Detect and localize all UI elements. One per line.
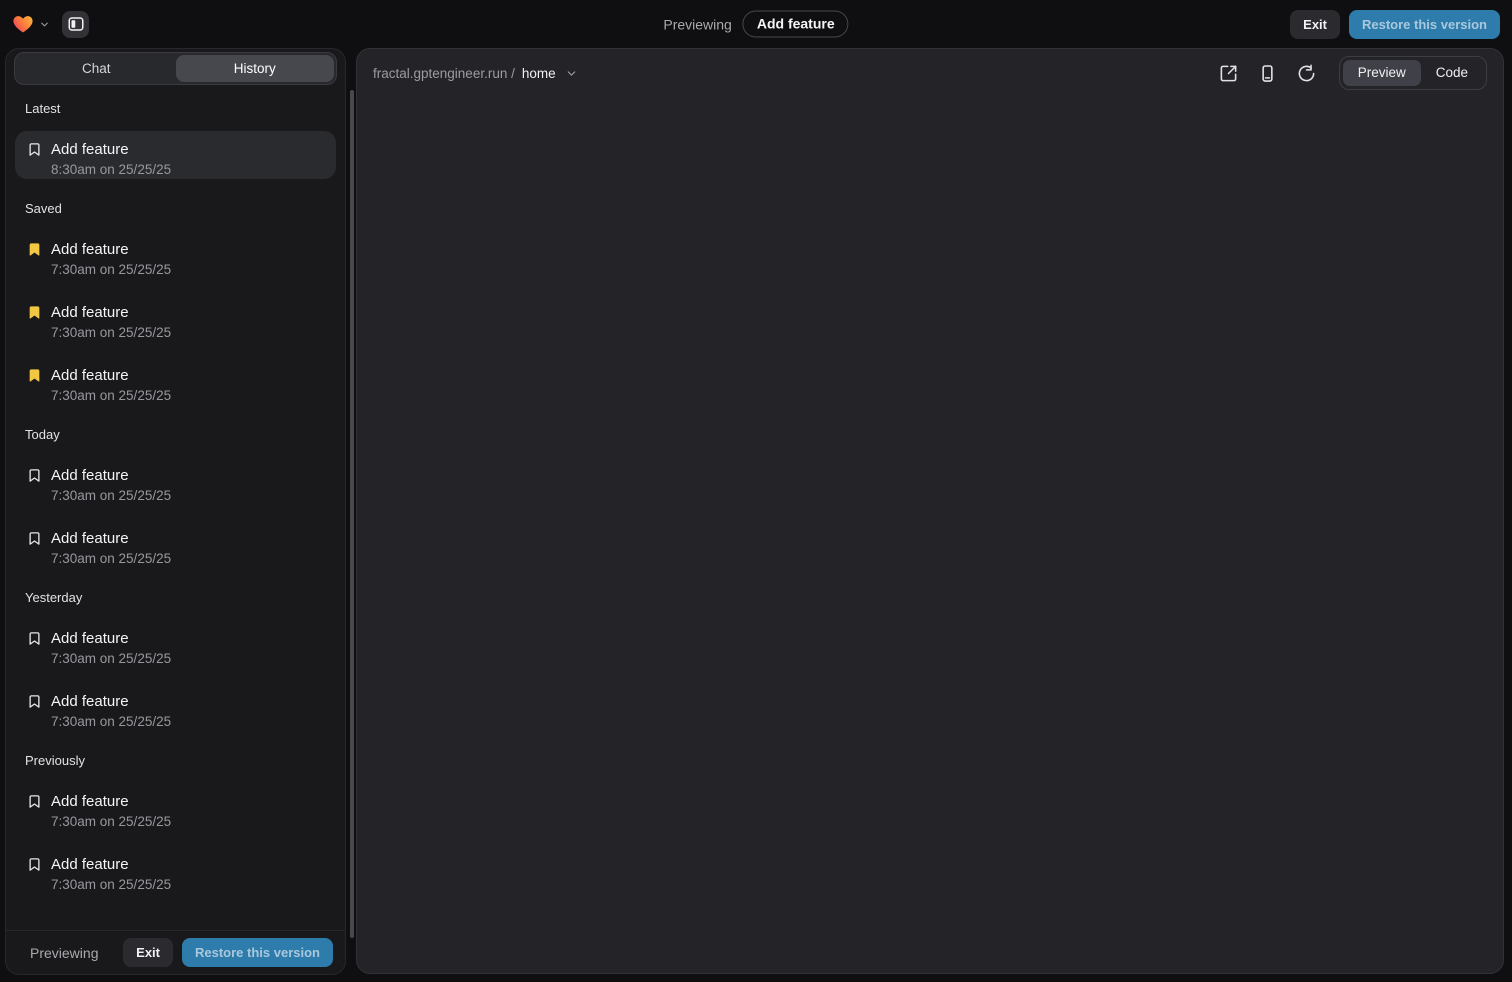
sidebar-toggle-button[interactable] <box>62 11 89 38</box>
section-title: Saved <box>15 195 336 231</box>
history-item-title: Add feature <box>51 141 129 158</box>
tab-history[interactable]: History <box>176 55 335 82</box>
history-item[interactable]: Add feature 7:30am on 25/25/25 <box>15 457 336 505</box>
preview-viewport[interactable] <box>357 97 1503 973</box>
tab-code[interactable]: Code <box>1421 60 1483 86</box>
history-section: Latest Add feature 8:30am on 25/25/25 <box>15 95 336 179</box>
history-section: Saved Add feature 7:30am on 25/25/25 Add… <box>15 195 336 405</box>
history-item-title: Add feature <box>51 304 129 321</box>
mobile-view-button[interactable] <box>1258 63 1278 83</box>
history-item[interactable]: Add feature 7:30am on 25/25/25 <box>15 520 336 568</box>
workspace-menu[interactable] <box>12 13 50 35</box>
history-item-title: Add feature <box>51 367 129 384</box>
history-item-timestamp: 7:30am on 25/25/25 <box>51 488 324 503</box>
history-item-timestamp: 7:30am on 25/25/25 <box>51 262 324 277</box>
previewing-label: Previewing <box>663 16 731 32</box>
bookmark-outline-icon <box>27 631 42 646</box>
chevron-down-icon <box>565 67 578 80</box>
previewing-label: Previewing <box>30 945 98 961</box>
history-item[interactable]: Add feature 7:30am on 25/25/25 <box>15 620 336 668</box>
open-in-new-tab-button[interactable] <box>1219 63 1239 83</box>
panel-left-icon <box>67 15 85 33</box>
tab-chat[interactable]: Chat <box>17 55 176 82</box>
history-item-timestamp: 7:30am on 25/25/25 <box>51 877 324 892</box>
history-item-title: Add feature <box>51 630 129 647</box>
section-title: Latest <box>15 95 336 131</box>
history-item[interactable]: Add feature 7:30am on 25/25/25 <box>15 294 336 342</box>
history-item[interactable]: Add feature 8:30am on 25/25/25 <box>15 131 336 179</box>
history-item[interactable]: Add feature 7:30am on 25/25/25 <box>15 231 336 279</box>
bookmark-outline-icon <box>27 468 42 483</box>
section-title: Yesterday <box>15 584 336 620</box>
sidebar-scrollbar[interactable] <box>350 90 354 938</box>
version-badge: Add feature <box>743 11 849 38</box>
history-item-timestamp: 7:30am on 25/25/25 <box>51 651 324 666</box>
bookmark-outline-icon <box>27 531 42 546</box>
history-item-title: Add feature <box>51 241 129 258</box>
history-sidebar: Chat History Latest Add feature 8:30am o… <box>5 48 346 975</box>
bookmark-outline-icon <box>27 857 42 872</box>
history-item-timestamp: 7:30am on 25/25/25 <box>51 814 324 829</box>
sidebar-footer: Previewing Exit Restore this version <box>6 930 345 974</box>
history-list: Latest Add feature 8:30am on 25/25/25 Sa… <box>6 95 345 930</box>
history-item-timestamp: 7:30am on 25/25/25 <box>51 325 324 340</box>
bookmark-outline-icon <box>27 694 42 709</box>
restore-version-button[interactable]: Restore this version <box>182 938 333 967</box>
history-item[interactable]: Add feature 7:30am on 25/25/25 <box>15 357 336 405</box>
exit-button[interactable]: Exit <box>1290 10 1340 39</box>
history-item-timestamp: 7:30am on 25/25/25 <box>51 551 324 566</box>
history-item-title: Add feature <box>51 793 129 810</box>
preview-status: Previewing Add feature <box>663 11 848 38</box>
section-title: Today <box>15 421 336 457</box>
history-item-title: Add feature <box>51 856 129 873</box>
history-item-timestamp: 7:30am on 25/25/25 <box>51 388 324 403</box>
history-item-title: Add feature <box>51 467 129 484</box>
lovable-heart-logo-icon <box>12 13 34 35</box>
history-item-title: Add feature <box>51 693 129 710</box>
history-item[interactable]: Add feature 7:30am on 25/25/25 <box>15 783 336 831</box>
page-url-selector[interactable]: fractal.gptengineer.run / home <box>373 66 578 81</box>
bookmark-filled-icon <box>27 305 42 320</box>
history-item-timestamp: 7:30am on 25/25/25 <box>51 714 324 729</box>
history-section: Previously Add feature 7:30am on 25/25/2… <box>15 747 336 894</box>
history-section: Today Add feature 7:30am on 25/25/25 Add… <box>15 421 336 568</box>
bookmark-filled-icon <box>27 368 42 383</box>
smartphone-icon <box>1258 64 1277 83</box>
bookmark-outline-icon <box>27 142 42 157</box>
section-title: Previously <box>15 747 336 783</box>
history-section: Yesterday Add feature 7:30am on 25/25/25… <box>15 584 336 731</box>
history-item[interactable]: Add feature 7:30am on 25/25/25 <box>15 683 336 731</box>
app-header: Previewing Add feature Exit Restore this… <box>0 0 1512 48</box>
tab-preview[interactable]: Preview <box>1343 60 1421 86</box>
exit-button[interactable]: Exit <box>123 938 173 967</box>
preview-code-toggle: Preview Code <box>1339 56 1487 90</box>
url-prefix: fractal.gptengineer.run / <box>373 66 515 81</box>
preview-panel: fractal.gptengineer.run / home <box>356 48 1504 974</box>
chevron-down-icon <box>39 19 50 30</box>
preview-topbar: fractal.gptengineer.run / home <box>357 49 1503 97</box>
refresh-icon <box>1297 64 1316 83</box>
history-item-timestamp: 8:30am on 25/25/25 <box>51 162 324 177</box>
url-current-page: home <box>522 66 556 81</box>
history-item[interactable]: Add feature 7:30am on 25/25/25 <box>15 846 336 894</box>
refresh-button[interactable] <box>1297 63 1317 83</box>
restore-version-button[interactable]: Restore this version <box>1349 10 1500 39</box>
history-item-title: Add feature <box>51 530 129 547</box>
bookmark-outline-icon <box>27 794 42 809</box>
bookmark-filled-icon <box>27 242 42 257</box>
external-link-icon <box>1219 64 1238 83</box>
sidebar-tab-switcher: Chat History <box>14 52 337 85</box>
